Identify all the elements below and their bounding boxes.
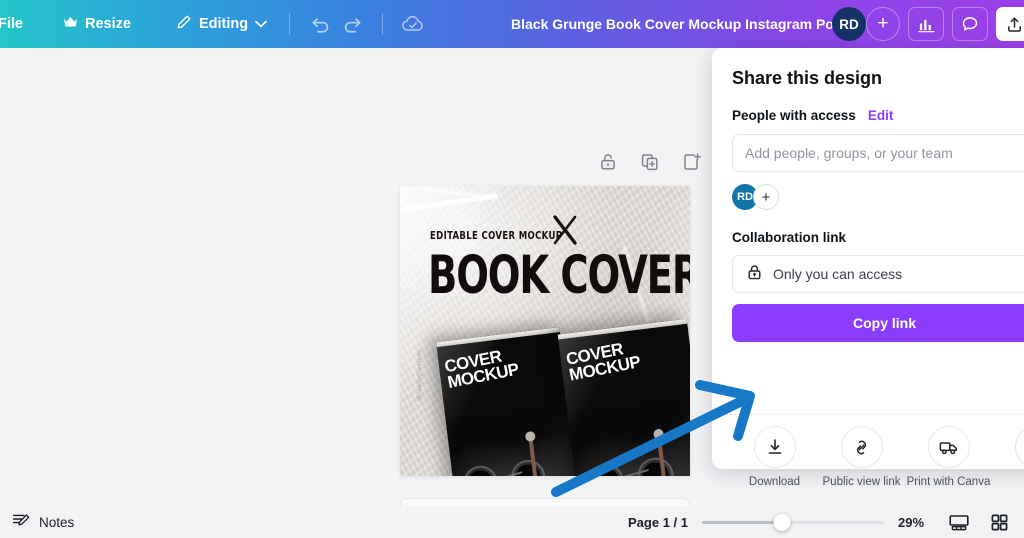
design-canvas-page[interactable]: EDITABLE COVER MOCKUP BOOK COVER @really… [400,186,690,476]
add-people-input[interactable]: Add people, groups, or your team [732,134,1024,172]
share-panel: Share this design People with access Edi… [712,48,1024,488]
share-panel-divider [712,414,1024,415]
zoom-slider-thumb[interactable] [773,513,791,531]
editing-mode-button[interactable]: Editing [167,8,275,40]
toolbar-divider-1 [289,13,291,35]
notes-label: Notes [39,514,75,530]
design-title[interactable]: Black Grunge Book Cover Mockup Instagram… [511,0,846,48]
notes-icon [12,512,31,532]
resize-button[interactable]: Resize [55,8,139,40]
download-action-label: Download [748,476,801,488]
edit-access-link[interactable]: Edit [868,108,894,123]
comment-icon[interactable] [952,7,988,41]
share-button[interactable] [996,7,1024,41]
copy-link-button[interactable]: Copy link [732,304,1024,342]
people-with-access-label: People with access [732,108,856,123]
redo-button[interactable] [336,8,368,40]
book-glare [557,318,690,476]
share-panel-heading: Share this design [732,68,883,88]
toolbar-divider-2 [382,13,384,35]
download-action[interactable]: Download [732,426,817,489]
access-avatars: RD + [732,184,1024,210]
collaboration-link-value: Only you can access [773,266,903,282]
file-menu-button[interactable]: File [0,8,31,40]
page-tools [598,152,702,172]
undo-button[interactable] [304,8,336,40]
unlock-icon[interactable] [598,152,618,172]
notes-button[interactable]: Notes [12,512,74,532]
public-view-link-label: Public view link [822,476,901,488]
cloud-saved-icon[interactable] [397,8,429,40]
add-collaborator-button[interactable]: + [866,7,900,41]
zoom-slider[interactable] [702,513,884,531]
bar-chart-icon[interactable] [908,7,944,41]
book-mockup-left: COVER MOCKUP [436,327,580,476]
people-with-access-row: People with access Edit [732,108,1024,123]
share-actions-row: Download Public view link Print with Can… [732,426,1024,489]
link-icon [840,426,883,468]
zoom-slider-fill [702,520,783,524]
watermark-text: @reallygreatsite [416,349,423,401]
print-with-canva-action[interactable]: Print with Canva [906,426,991,489]
book-mockup-right: COVER MOCKUP [557,318,690,476]
chevron-down-icon [255,16,267,32]
top-toolbar: File Resize Editing Black Grunge Book Co… [0,0,1024,48]
page-view-icon[interactable] [946,509,972,535]
instagram-action[interactable]: Insta [993,426,1024,489]
lock-icon [746,264,763,284]
print-with-canva-label: Print with Canva [906,476,991,488]
public-view-link-action[interactable]: Public view link [819,426,904,489]
avatar[interactable]: RD [832,7,866,41]
collaboration-link-label: Collaboration link [732,230,847,245]
book-glare [436,327,580,476]
cover-title-text: BOOK COVER [428,244,690,306]
access-add-button[interactable]: + [753,184,779,210]
topbar-right-cluster: RD + [832,0,1024,48]
truck-icon [927,426,970,468]
zoom-value[interactable]: 29% [898,515,932,530]
collaboration-link-select[interactable]: Only you can access [732,255,1024,293]
download-icon [753,426,796,468]
bottom-toolbar: Notes Page 1 / 1 29% [0,506,1024,538]
canva-editor-window: File Resize Editing Black Grunge Book Co… [0,0,1024,538]
page-indicator[interactable]: Page 1 / 1 [628,515,688,530]
bottom-right-cluster: Page 1 / 1 29% [628,506,1012,538]
resize-label: Resize [84,16,131,32]
editing-label: Editing [198,16,249,32]
duplicate-icon[interactable] [640,152,660,172]
instagram-icon [1014,426,1024,468]
cover-kicker-text: EDITABLE COVER MOCKUP [430,229,563,242]
crown-icon [63,16,78,33]
add-page-icon[interactable] [682,152,702,172]
grid-view-icon[interactable] [986,509,1012,535]
pencil-icon [175,14,192,35]
x-mark-icon [550,213,580,247]
file-menu-label: File [0,16,23,32]
